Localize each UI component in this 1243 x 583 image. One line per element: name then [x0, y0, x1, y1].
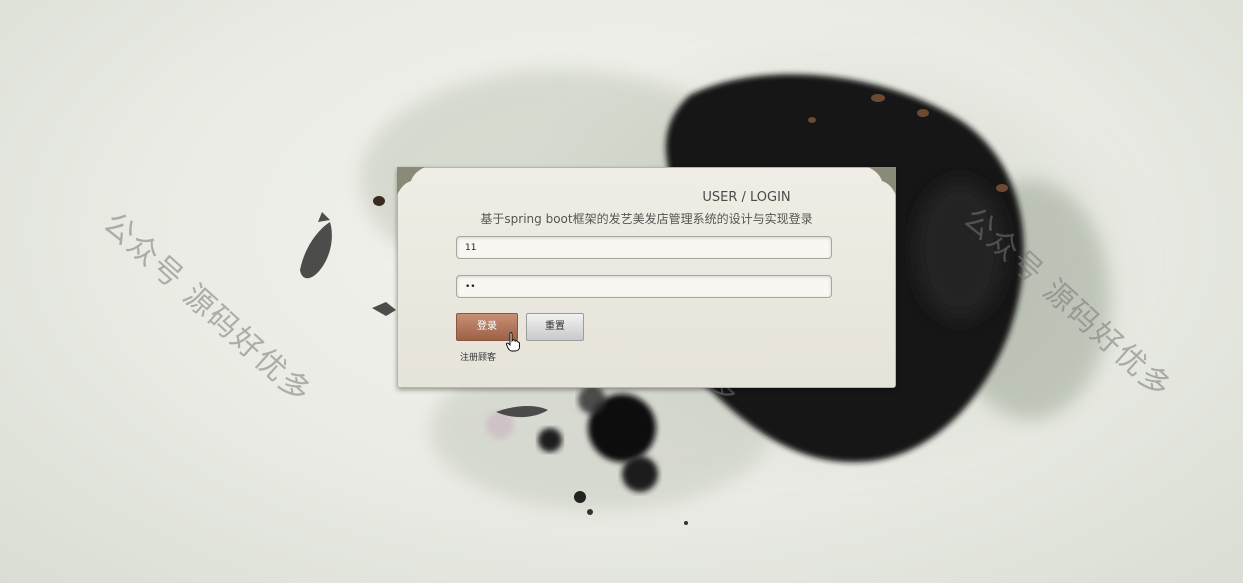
- register-link[interactable]: 注册顾客: [460, 350, 496, 363]
- corner-ornament-icon: [397, 167, 425, 195]
- system-title: 基于spring boot框架的发艺美发店管理系统的设计与实现登录: [480, 212, 813, 226]
- password-field[interactable]: ••: [456, 275, 832, 298]
- hand-cursor-icon: [506, 332, 520, 352]
- reset-button[interactable]: 重置: [526, 313, 584, 341]
- login-panel: USER / LOGIN 基于spring boot框架的发艺美发店管理系统的设…: [397, 167, 896, 388]
- username-field[interactable]: 11: [456, 236, 832, 259]
- login-heading: USER / LOGIN: [702, 190, 791, 205]
